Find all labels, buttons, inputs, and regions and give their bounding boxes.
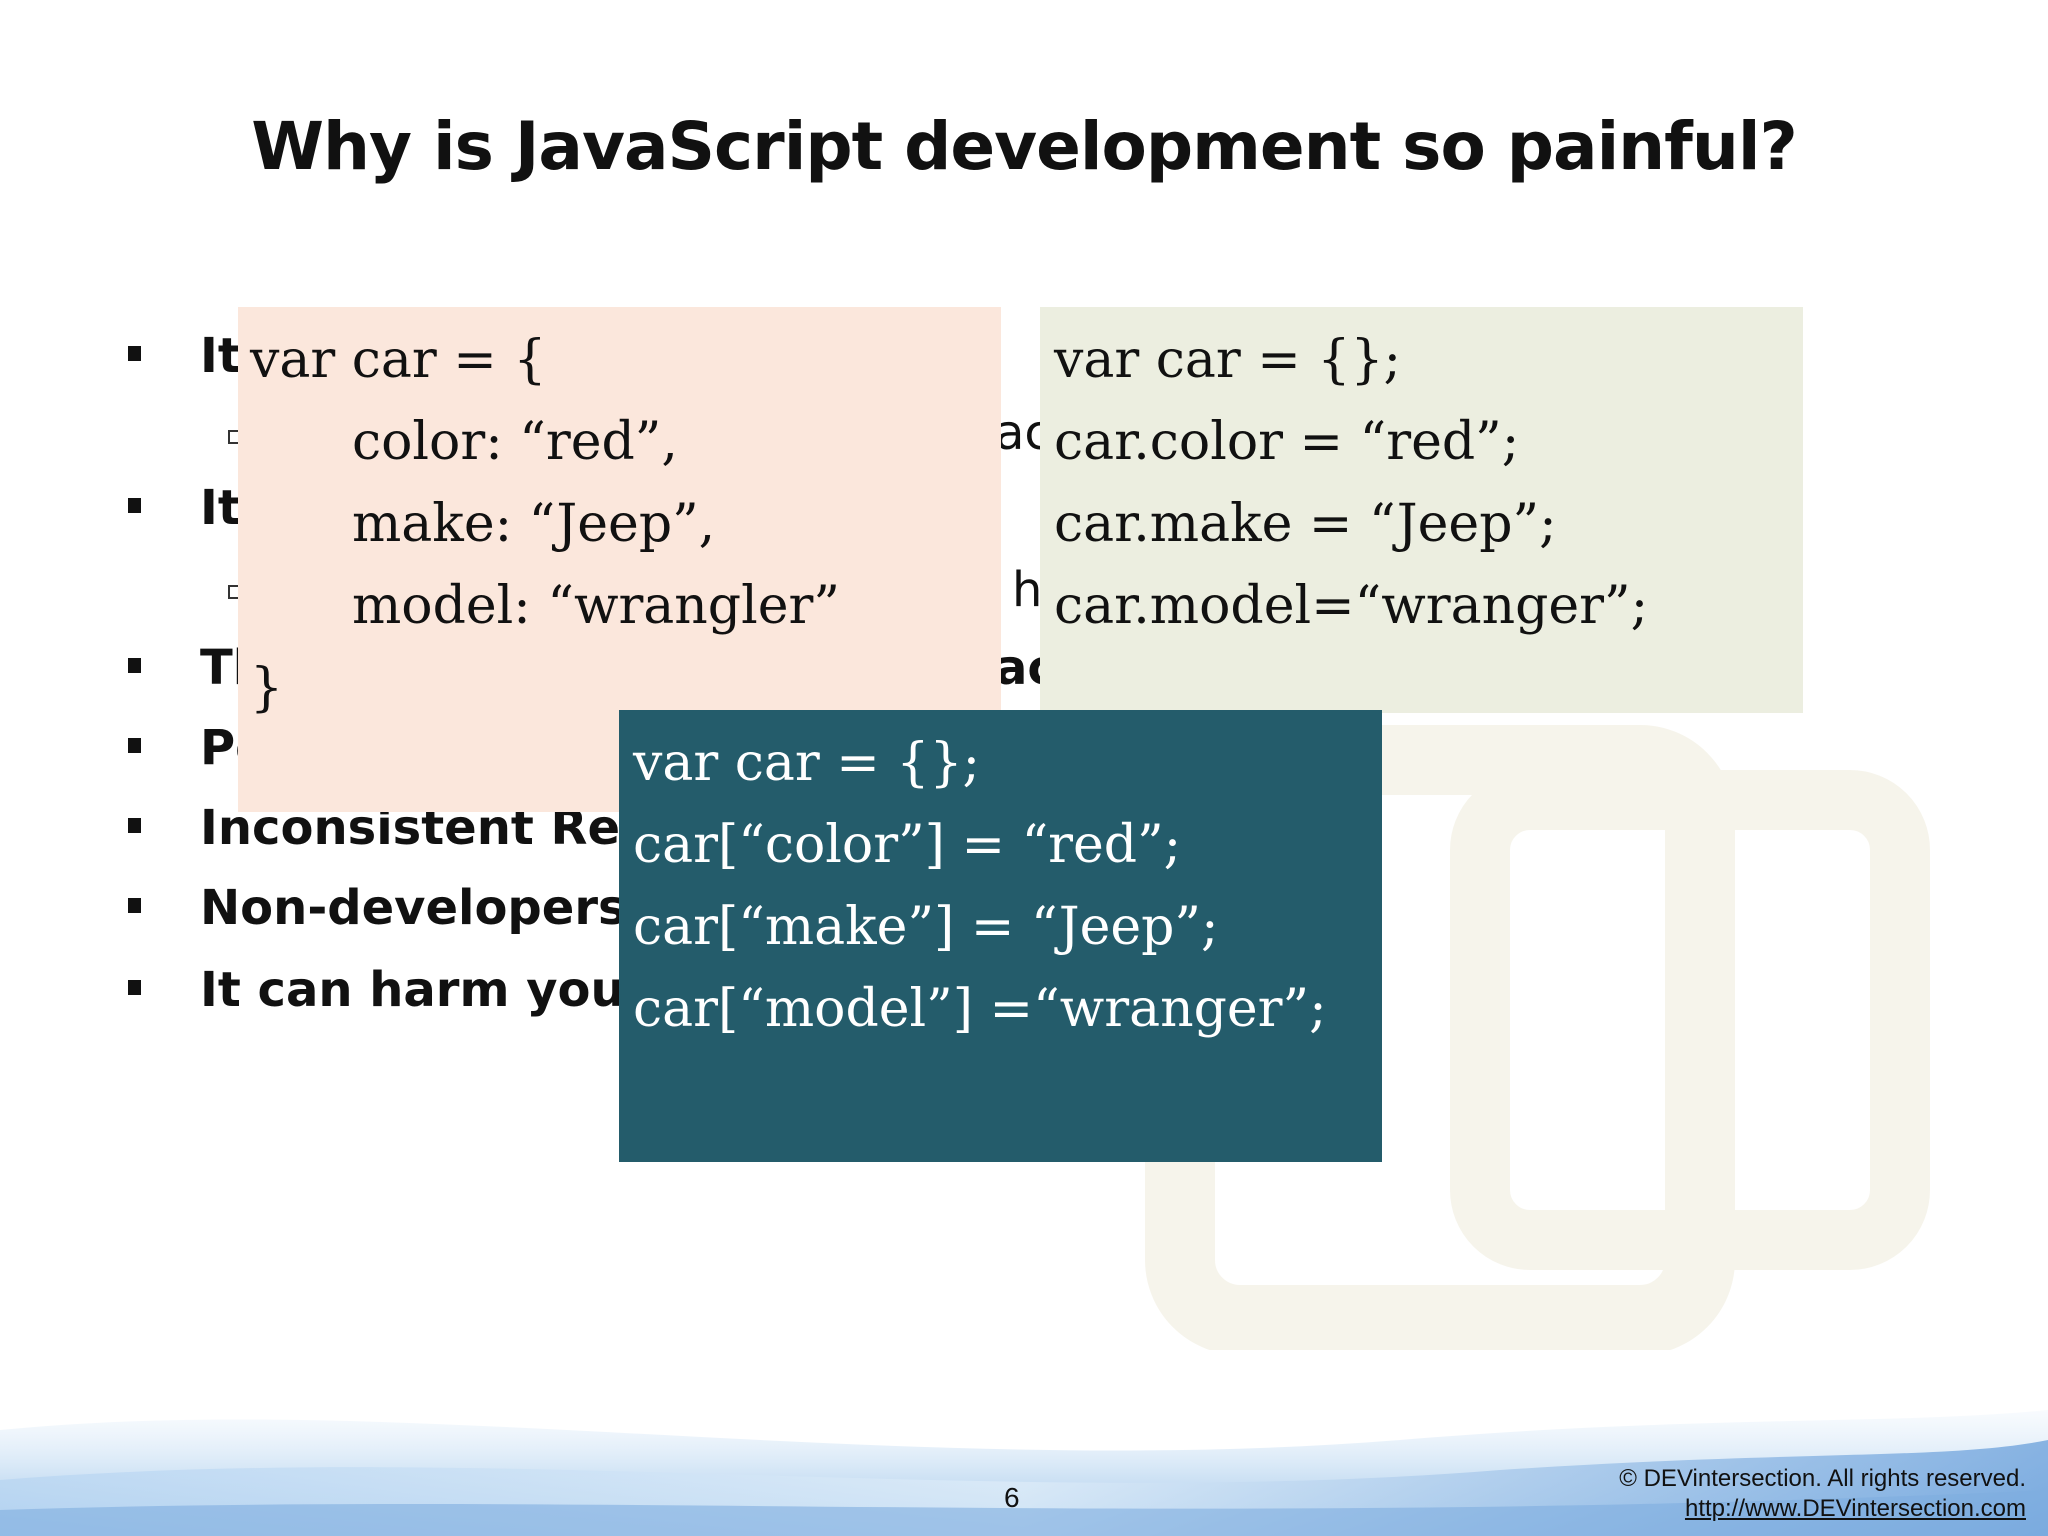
code-line: car.model=“wranger”; xyxy=(1054,576,1649,636)
bullet-item: It xyxy=(128,328,241,384)
code-line: car[“model”] =“wranger”; xyxy=(633,979,1327,1039)
code-line: car[“color”] = “red”; xyxy=(633,815,1182,875)
footer-link[interactable]: http://www.DEVintersection.com xyxy=(1685,1495,2026,1523)
code-line: var car = { xyxy=(250,330,547,390)
code-line: car.color = “red”; xyxy=(1054,412,1520,472)
code-box-bracket-notation: var car = {}; car[“color”] = “red”; car[… xyxy=(619,710,1382,1162)
code-line: model: “wrangler” xyxy=(352,576,840,636)
bullet-item: Non-developers a xyxy=(128,880,676,936)
code-line: color: “red”, xyxy=(352,412,678,472)
code-box-dot-notation: var car = {}; car.color = “red”; car.mak… xyxy=(1040,307,1803,713)
code-line: car.make = “Jeep”; xyxy=(1054,494,1557,554)
code-line: var car = {}; xyxy=(633,733,981,793)
bullet-text-fragment: h xyxy=(1012,562,1043,618)
code-line: car[“make”] = “Jeep”; xyxy=(633,897,1219,957)
code-line: var car = {}; xyxy=(1054,330,1402,390)
copyright-text: © DEVintersection. All rights reserved. xyxy=(1619,1465,2026,1492)
bullet-item: It xyxy=(128,480,241,536)
code-line: make: “Jeep”, xyxy=(352,494,716,554)
page-number: 6 xyxy=(1004,1482,1020,1513)
